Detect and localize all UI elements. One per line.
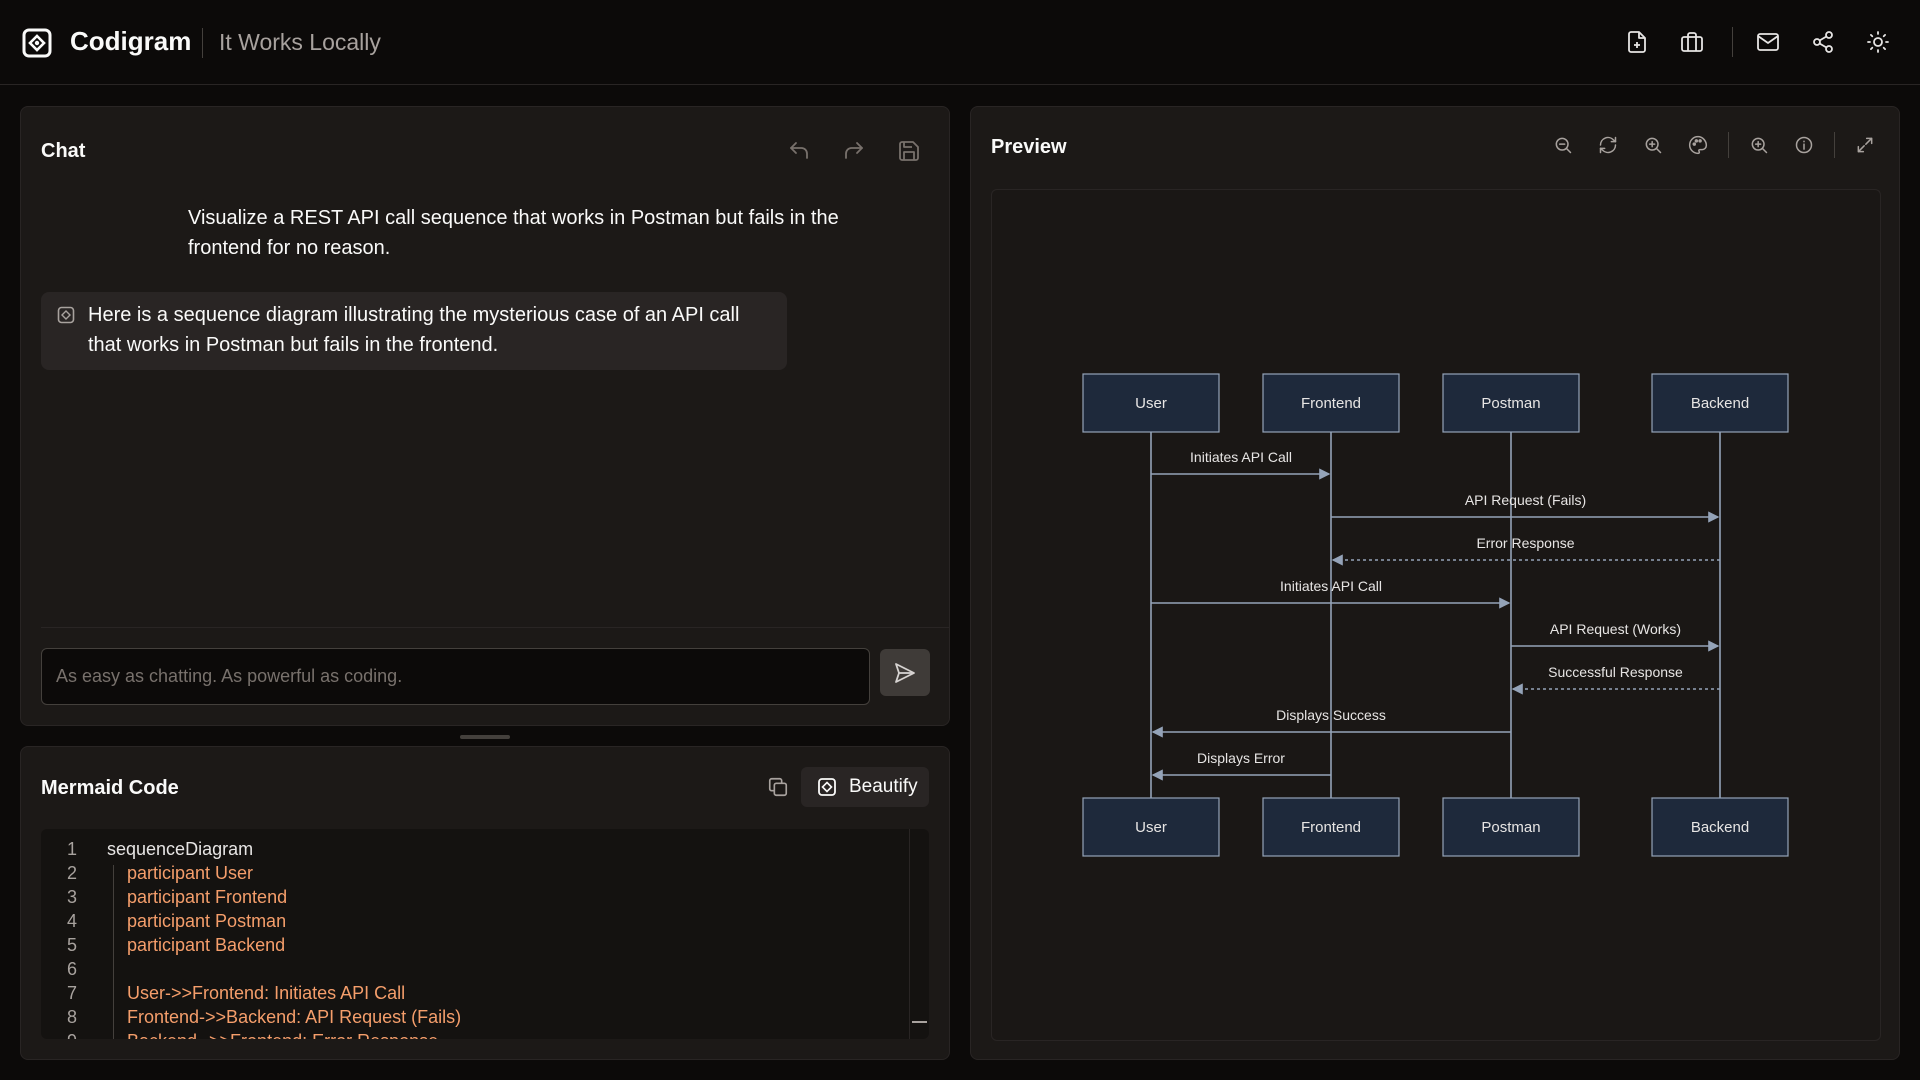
user-message: Visualize a REST API call sequence that … xyxy=(188,207,839,259)
line-number: 2 xyxy=(66,863,77,883)
code-line: 7 User->>Frontend: Initiates API Call xyxy=(41,981,909,1005)
code-line: 1 sequenceDiagram xyxy=(41,837,909,861)
fullscreen-icon[interactable] xyxy=(1847,127,1883,163)
participant-label: User xyxy=(1135,395,1167,412)
message-label: Successful Response xyxy=(1548,664,1683,680)
zoom-out-icon[interactable] xyxy=(1545,127,1581,163)
palette-icon[interactable] xyxy=(1680,127,1716,163)
code-line: 5 participant Backend xyxy=(41,933,909,957)
line-number: 9 xyxy=(41,1029,77,1039)
copy-button[interactable] xyxy=(758,767,798,807)
line-number: 7 xyxy=(66,983,77,1003)
save-icon[interactable] xyxy=(889,131,929,171)
scrollbar-thumb[interactable] xyxy=(912,1021,927,1023)
line-number: 4 xyxy=(66,911,77,931)
line-text: User->>Frontend: Initiates API Call xyxy=(127,983,406,1003)
share-icon[interactable] xyxy=(1803,22,1843,62)
codigram-logo-icon xyxy=(22,28,52,58)
sequence-diagram: Initiates API Call API Request (Fails) Err… xyxy=(1082,373,1789,857)
beautify-label: Beautify xyxy=(849,776,918,797)
message-label: Initiates API Call xyxy=(1280,578,1382,594)
header-divider xyxy=(1732,27,1733,57)
participant-label: User xyxy=(1135,819,1167,836)
line-text: participant Backend xyxy=(127,935,286,955)
line-number: 6 xyxy=(66,959,77,979)
chat-input[interactable] xyxy=(41,648,870,705)
redo-icon[interactable] xyxy=(834,131,874,171)
diagram-canvas[interactable]: Initiates API Call API Request (Fails) Err… xyxy=(991,189,1881,1041)
chat-divider xyxy=(41,627,949,628)
line-text: sequenceDiagram xyxy=(107,839,254,859)
header-actions xyxy=(1602,22,1898,62)
line-number: 5 xyxy=(66,935,77,955)
beautify-button[interactable]: Beautify xyxy=(801,767,929,807)
message-label: Initiates API Call xyxy=(1190,449,1292,465)
participant-label: Frontend xyxy=(1301,395,1361,412)
line-text: participant Postman xyxy=(127,911,287,931)
line-text: Frontend->>Backend: API Request (Fails) xyxy=(127,1007,462,1027)
message-label: Error Response xyxy=(1476,535,1574,551)
chat-panel: Chat Visualize a REST API call sequence … xyxy=(20,106,950,726)
line-text: participant Frontend xyxy=(127,887,288,907)
line-text: Backend-->>Frontend: Error Response xyxy=(127,1029,438,1039)
message-label: Displays Success xyxy=(1276,707,1386,723)
toolbar-divider xyxy=(1834,132,1835,158)
toolbar-divider xyxy=(1728,132,1729,158)
project-title[interactable]: It Works Locally xyxy=(219,29,381,56)
message-label: API Request (Works) xyxy=(1550,621,1681,637)
beautify-icon xyxy=(818,778,836,796)
copy-icon xyxy=(768,777,788,797)
preview-toolbar xyxy=(1536,127,1883,163)
participant-label: Backend xyxy=(1691,819,1749,836)
preview-panel: Preview Initiates API Call API Request (F… xyxy=(970,106,1900,1060)
code-line: 4 participant Postman xyxy=(41,909,909,933)
message-label: Displays Error xyxy=(1197,750,1285,766)
line-number: 8 xyxy=(66,1007,77,1027)
code-line: 2 participant User xyxy=(41,861,909,885)
code-title: Mermaid Code xyxy=(41,777,179,799)
search-zoom-icon[interactable] xyxy=(1741,127,1777,163)
code-line: 3 participant Frontend xyxy=(41,885,909,909)
zoom-in-icon[interactable] xyxy=(1635,127,1671,163)
title-divider xyxy=(202,28,203,58)
assistant-avatar-icon xyxy=(57,306,75,324)
panel-resize-handle[interactable] xyxy=(460,735,510,739)
app-name: Codigram xyxy=(70,26,192,56)
chat-title: Chat xyxy=(41,140,86,162)
templates-icon[interactable] xyxy=(1672,22,1712,62)
send-icon xyxy=(895,662,915,683)
preview-title: Preview xyxy=(991,136,1067,158)
mermaid-code-panel: Mermaid Code Beautify 1 sequenceDiagram … xyxy=(20,746,950,1060)
line-number: 1 xyxy=(66,839,77,859)
assistant-message: Here is a sequence diagram illustrating … xyxy=(41,292,787,370)
code-line: 6 xyxy=(41,957,909,981)
editor-scrollbar[interactable] xyxy=(909,829,929,1039)
participant-label: Postman xyxy=(1481,395,1540,412)
reset-icon[interactable] xyxy=(1590,127,1626,163)
message-label: API Request (Fails) xyxy=(1465,492,1586,508)
code-line: 9 Backend-->>Frontend: Error Response xyxy=(41,1029,909,1039)
assistant-message-text: Here is a sequence diagram illustrating … xyxy=(88,304,740,356)
info-icon[interactable] xyxy=(1786,127,1822,163)
participant-label: Postman xyxy=(1481,819,1540,836)
participant-label: Frontend xyxy=(1301,819,1361,836)
undo-icon[interactable] xyxy=(779,131,819,171)
app-header: Codigram It Works Locally xyxy=(0,0,1920,85)
mail-icon[interactable] xyxy=(1748,22,1788,62)
new-file-icon[interactable] xyxy=(1617,22,1657,62)
send-button[interactable] xyxy=(880,649,930,696)
code-line: 8 Frontend->>Backend: API Request (Fails… xyxy=(41,1005,909,1029)
line-number: 3 xyxy=(66,887,77,907)
participant-label: Backend xyxy=(1691,395,1749,412)
line-text: participant User xyxy=(127,863,254,883)
code-editor[interactable]: 1 sequenceDiagram 2 participant User 3 p… xyxy=(41,829,929,1039)
chat-toolbar xyxy=(764,131,929,171)
theme-icon[interactable] xyxy=(1858,22,1898,62)
